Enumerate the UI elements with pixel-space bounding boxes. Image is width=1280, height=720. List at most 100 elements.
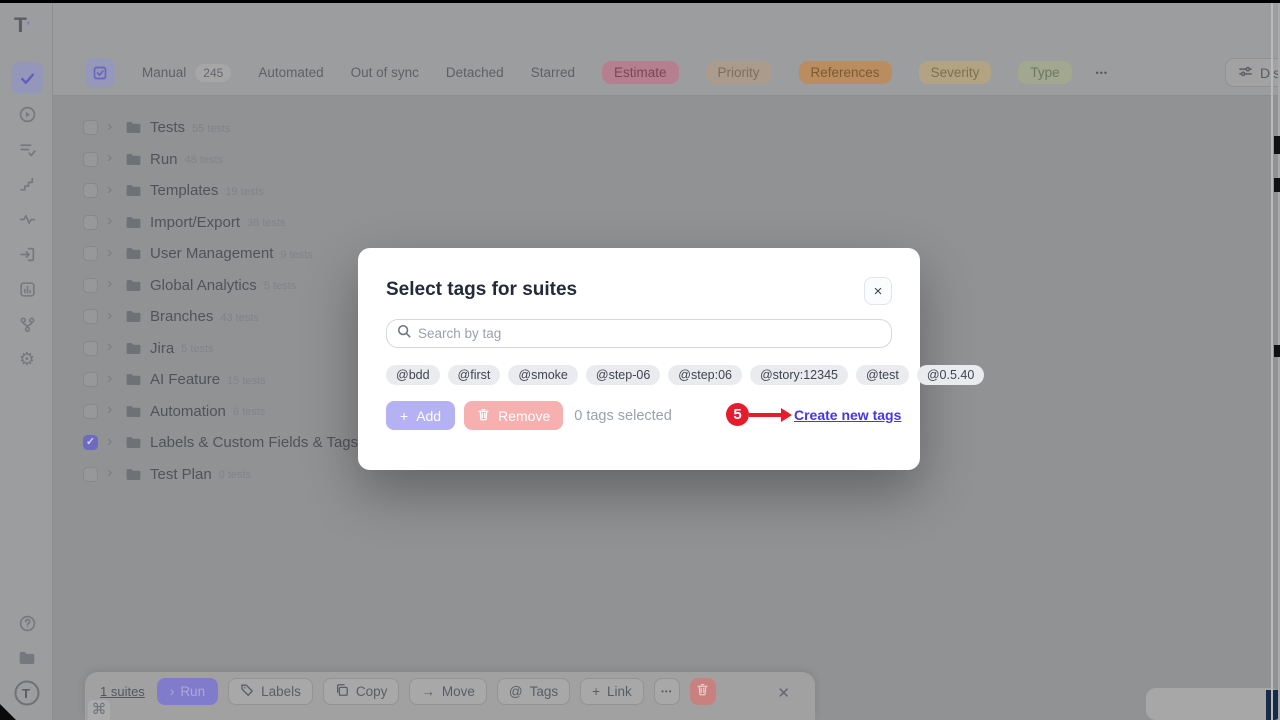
filter-badge-estimate[interactable]: Estimate [602, 61, 679, 84]
suite-name[interactable]: User Management [150, 245, 273, 262]
folder-icon [125, 340, 142, 357]
row-checkbox[interactable] [83, 278, 98, 293]
sidebar-item-settings[interactable]: ⚙ [11, 343, 43, 375]
move-button[interactable]: → Move [409, 678, 487, 705]
create-new-tags-link[interactable]: Create new tags [794, 407, 901, 423]
folder-icon [18, 649, 36, 667]
filter-tab-out-of-sync[interactable]: Out of sync [351, 65, 419, 80]
sidebar-item-help[interactable] [11, 607, 43, 639]
actionbar-more-button[interactable]: ••• [654, 678, 680, 705]
tag-pill[interactable]: @step-06 [586, 365, 660, 385]
sidebar-item-pulse[interactable] [11, 203, 43, 235]
row-checkbox[interactable] [83, 309, 98, 324]
filter-more-button[interactable]: ••• [1096, 68, 1108, 78]
row-checkbox[interactable] [83, 404, 98, 419]
filter-badge-severity[interactable]: Severity [919, 61, 992, 84]
svg-text:': ' [30, 687, 31, 694]
suite-name[interactable]: Tests [150, 119, 185, 136]
run-button[interactable]: › Run [157, 678, 218, 705]
tags-button[interactable]: @ Tags [497, 678, 570, 705]
tag-search[interactable] [386, 319, 892, 348]
chevron-right-icon[interactable]: › [107, 433, 117, 451]
scrollbar-track[interactable] [1271, 3, 1273, 720]
filter-badge-priority[interactable]: Priority [706, 61, 772, 84]
remove-tags-button[interactable]: Remove [464, 401, 563, 430]
sidebar-item-docs[interactable] [11, 642, 43, 674]
tag-pill[interactable]: @first [448, 365, 501, 385]
modal-close-button[interactable]: × [864, 277, 892, 305]
row-checkbox[interactable] [83, 341, 98, 356]
suite-name[interactable]: Jira [150, 340, 174, 357]
sidebar-item-import[interactable] [11, 238, 43, 270]
delete-button[interactable] [690, 678, 716, 705]
filter-tab-label: Manual [142, 65, 186, 80]
chevron-right-icon[interactable]: › [107, 338, 117, 356]
chevron-right-icon[interactable]: › [107, 149, 117, 167]
sidebar-item-branches[interactable] [11, 308, 43, 340]
folder-icon [125, 245, 142, 262]
chevron-right-icon[interactable]: › [107, 464, 117, 482]
row-checkbox[interactable] [83, 372, 98, 387]
chevron-right-icon[interactable]: › [107, 401, 117, 419]
filter-tab-label: Automated [258, 65, 323, 80]
row-checkbox[interactable] [83, 246, 98, 261]
suite-name[interactable]: Automation [150, 403, 226, 420]
sidebar-item-test-plans[interactable] [11, 133, 43, 165]
tree-row[interactable]: › Tests 55 tests [53, 112, 1272, 144]
suite-name[interactable]: Import/Export [150, 214, 240, 231]
filter-tab-starred[interactable]: Starred [531, 65, 575, 80]
bulk-select-icon[interactable] [85, 58, 115, 88]
filter-tab-detached[interactable]: Detached [446, 65, 504, 80]
tree-row[interactable]: › Run 48 tests [53, 144, 1272, 176]
chevron-right-icon[interactable]: › [107, 370, 117, 388]
suite-test-count: 19 tests [225, 184, 264, 198]
add-tags-button[interactable]: + Add [386, 401, 455, 430]
filter-tab-manual[interactable]: Manual 245 [142, 64, 231, 82]
row-checkbox[interactable] [83, 183, 98, 198]
filter-tab-automated[interactable]: Automated [258, 65, 323, 80]
chevron-right-icon[interactable]: › [107, 118, 117, 136]
sidebar-item-runs[interactable] [11, 98, 43, 130]
tag-search-input[interactable] [418, 326, 858, 341]
chevron-right-icon[interactable]: › [107, 244, 117, 262]
suite-name[interactable]: Labels & Custom Fields & Tags [150, 434, 358, 451]
copy-button[interactable]: Copy [323, 678, 400, 705]
chevron-right-icon[interactable]: › [107, 275, 117, 293]
suite-name[interactable]: Run [150, 151, 178, 168]
tag-pill[interactable]: @test [856, 365, 909, 385]
row-checkbox[interactable] [83, 152, 98, 167]
filter-badge-references[interactable]: References [799, 61, 892, 84]
tree-row[interactable]: › Templates 19 tests [53, 175, 1272, 207]
suite-name[interactable]: Templates [150, 182, 218, 199]
sidebar-item-analytics[interactable] [11, 273, 43, 305]
row-checkbox[interactable] [83, 215, 98, 230]
close-actionbar-icon[interactable]: ✕ [777, 684, 790, 702]
folder-icon [125, 151, 142, 168]
labels-button[interactable]: Labels [228, 678, 313, 705]
suite-name[interactable]: AI Feature [150, 371, 220, 388]
row-checkbox[interactable]: ✓ [83, 435, 98, 450]
tag-pill[interactable]: @bdd [386, 365, 440, 385]
filter-badge-type[interactable]: Type [1018, 61, 1071, 84]
app-logo-icon[interactable]: T' [14, 13, 40, 41]
folder-icon [125, 371, 142, 388]
suite-name[interactable]: Test Plan [150, 466, 212, 483]
suite-name[interactable]: Global Analytics [150, 277, 257, 294]
tag-pill[interactable]: @story:12345 [750, 365, 848, 385]
suite-name[interactable]: Branches [150, 308, 213, 325]
annotation-step: 5 Create new tags [726, 403, 901, 426]
tree-row[interactable]: › Import/Export 38 tests [53, 207, 1272, 239]
chevron-right-icon[interactable]: › [107, 181, 117, 199]
link-button[interactable]: + Link [580, 678, 644, 705]
selected-suites-link[interactable]: 1 suites [100, 684, 145, 699]
tag-pill[interactable]: @step:06 [668, 365, 742, 385]
row-checkbox[interactable] [83, 467, 98, 482]
chevron-right-icon[interactable]: › [107, 212, 117, 230]
sidebar-item-steps[interactable] [11, 168, 43, 200]
modal-actions: + Add Remove 0 tags selected [386, 401, 672, 430]
tag-pill[interactable]: @smoke [508, 365, 578, 385]
sidebar-item-tests[interactable] [11, 62, 43, 94]
chevron-right-icon[interactable]: › [107, 307, 117, 325]
tag-pill[interactable]: @0.5.40 [917, 365, 984, 385]
row-checkbox[interactable] [83, 120, 98, 135]
